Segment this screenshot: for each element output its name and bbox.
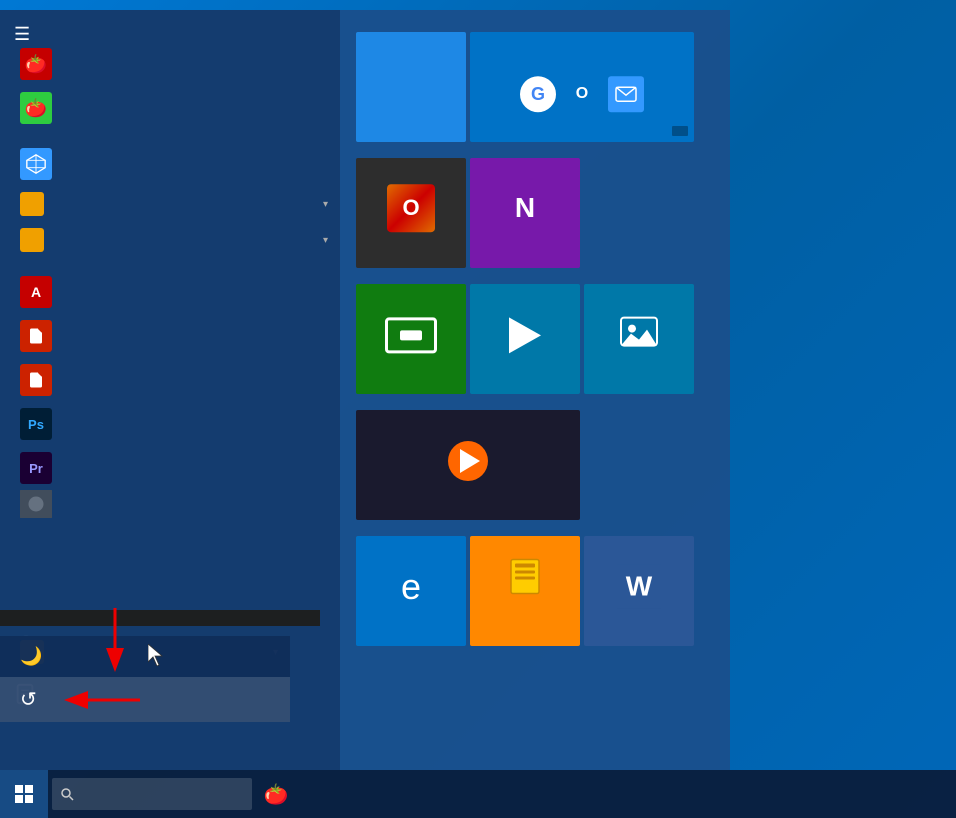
start-menu-right-panel: G O	[340, 10, 730, 770]
mail-envelope-icon	[608, 76, 644, 112]
mail-tile-resize	[672, 126, 688, 136]
app-icon-photoshop: Ps	[20, 408, 52, 440]
app-icon-tomato-reinstall: 🍅	[20, 48, 52, 80]
app-item-3dviewer[interactable]	[0, 142, 340, 186]
restart-icon: ↺	[20, 687, 37, 712]
ie-icon: e	[401, 566, 421, 608]
app-item-access[interactable]: A	[0, 270, 340, 314]
tile-word[interactable]: W	[584, 536, 694, 646]
section-a-label	[0, 258, 340, 270]
app-item-tomato-setup[interactable]: 🍅	[0, 86, 340, 130]
tile-xbox[interactable]	[356, 284, 466, 394]
app-icon-acrobat-distiller	[20, 320, 52, 352]
sleep-icon: 🌙	[20, 646, 42, 667]
tile-movies[interactable]	[470, 284, 580, 394]
app-item-adobe-acrobat[interactable]	[0, 358, 340, 402]
app-icon-360browser	[20, 192, 44, 216]
power-item-restart[interactable]: ↺	[0, 677, 290, 722]
desktop: ☰ 🍅	[0, 0, 956, 818]
search-icon	[60, 787, 74, 801]
tile-calendar[interactable]	[356, 32, 466, 142]
app-item-360center[interactable]: ▾	[0, 222, 340, 258]
app-icon-adobe-acrobat	[20, 364, 52, 396]
app-item-acrobat-distiller[interactable]	[0, 314, 340, 358]
office-tiles-grid: O N	[356, 158, 714, 268]
tile-ie[interactable]: e	[356, 536, 466, 646]
tile-office[interactable]: O	[356, 158, 466, 268]
taskbar-start-button[interactable]	[0, 770, 48, 818]
app-item-premiere[interactable]: Pr	[0, 446, 340, 490]
start-menu: ☰ 🍅	[0, 10, 730, 770]
power-tooltip	[0, 610, 320, 626]
power-menu: 🌙 ↺	[0, 636, 290, 722]
tile-mail[interactable]: G O	[470, 32, 694, 142]
app-item-tomato-reinstall[interactable]: 🍅	[0, 42, 340, 86]
app-item-apple-update[interactable]	[0, 490, 340, 518]
app-item-360browser[interactable]: ▾	[0, 186, 340, 222]
uninstaller-icon	[503, 556, 547, 600]
section-hash-label	[0, 130, 340, 142]
word-icon: W	[617, 565, 661, 609]
office-logo: O	[387, 184, 435, 232]
taskbar: 🍅	[0, 770, 956, 818]
photos-icon	[617, 310, 661, 354]
app-item-photoshop[interactable]: Ps	[0, 402, 340, 446]
app-icon-3dviewer	[20, 148, 52, 180]
bottom-tiles-grid: e	[356, 536, 714, 646]
create-tiles-grid: G O	[356, 32, 714, 142]
windows-logo-icon	[14, 784, 34, 804]
mail-google-icon: G	[520, 76, 556, 112]
tile-photos[interactable]	[584, 284, 694, 394]
app-icon-premiere: Pr	[20, 452, 52, 484]
section-recent-label	[0, 20, 340, 42]
tile-onenote[interactable]: N	[470, 158, 580, 268]
power-item-sleep[interactable]: 🌙	[0, 636, 290, 677]
onenote-logo: N	[501, 184, 549, 232]
expand-arrow-360center[interactable]: ▾	[323, 235, 328, 246]
taskbar-app-tomato[interactable]: 🍅	[260, 778, 292, 810]
mail-outlook-icon: O	[564, 76, 600, 112]
start-menu-left-panel: ☰ 🍅	[0, 10, 340, 770]
expand-arrow-360browser[interactable]: ▾	[323, 199, 328, 210]
xbox-icon	[385, 317, 437, 353]
tile-tencent[interactable]	[356, 410, 580, 520]
app-icon-apple-update	[20, 490, 52, 518]
taskbar-search-bar[interactable]	[52, 778, 252, 810]
entertainment-tiles-grid	[356, 284, 714, 394]
app-icon-access: A	[20, 276, 52, 308]
app-icon-tomato-setup: 🍅	[20, 92, 52, 124]
tencent-tiles-grid	[356, 410, 714, 520]
tencent-icon	[448, 441, 488, 481]
tile-uninstaller[interactable]	[470, 536, 580, 646]
movies-play-icon	[509, 317, 541, 353]
app-icon-360center	[20, 228, 44, 252]
